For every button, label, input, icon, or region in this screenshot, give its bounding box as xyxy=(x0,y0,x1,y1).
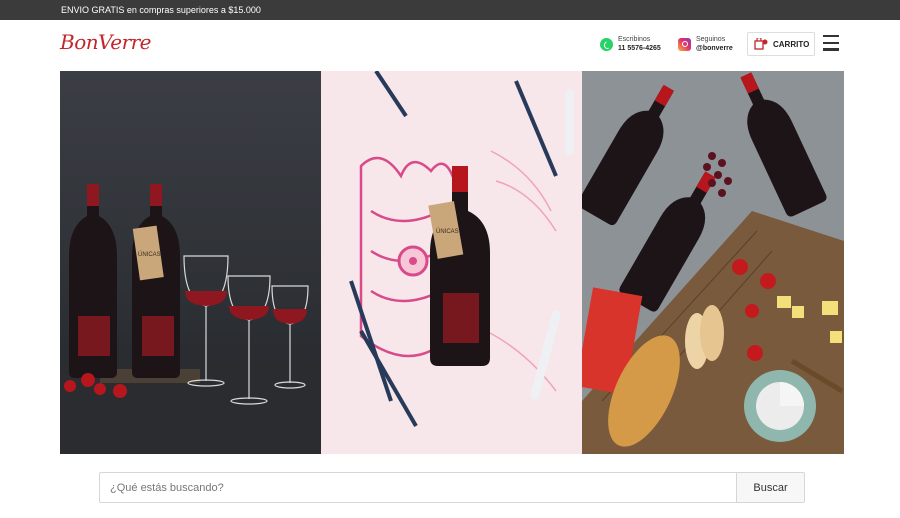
instagram-contact[interactable]: Seguinos @bonverre xyxy=(678,35,733,53)
promo-bar: ENVIO GRATIS en compras superiores a $15… xyxy=(0,0,900,20)
whatsapp-label: Escribinos xyxy=(618,36,651,43)
instagram-handle: @bonverre xyxy=(696,45,733,52)
site-header: BonVerre Escribinos 11 5576-4265 Seguino… xyxy=(0,20,900,70)
instagram-label: Seguinos xyxy=(696,36,726,43)
hamburger-menu-icon[interactable] xyxy=(823,35,839,51)
wine-bottles-image: ÚNICAS xyxy=(60,184,321,454)
search-input[interactable] xyxy=(100,473,736,502)
logo[interactable]: BonVerre xyxy=(60,30,152,54)
hero-panel-wine-glasses: ÚNICAS xyxy=(60,71,321,454)
search-bar: Buscar xyxy=(99,472,805,503)
instagram-icon xyxy=(678,37,691,51)
hero-panel-illustration: ÚNICAS xyxy=(321,71,582,454)
cart-label: CARRITO xyxy=(773,39,810,49)
promo-text: ENVIO GRATIS en compras superiores a $15… xyxy=(61,5,261,15)
wine-tag-label: ÚNICAS xyxy=(138,251,161,258)
picnic-image xyxy=(582,72,844,454)
bag-icon xyxy=(754,38,768,50)
search-button[interactable]: Buscar xyxy=(736,473,804,502)
illustrated-bottle-image: ÚNICAS xyxy=(349,71,574,428)
whatsapp-icon xyxy=(600,37,613,51)
whatsapp-contact[interactable]: Escribinos 11 5576-4265 xyxy=(600,35,661,53)
hero-panel-picnic xyxy=(582,71,844,454)
hero-banner[interactable]: ÚNICAS ÚNICAS xyxy=(60,71,844,454)
cart-button[interactable]: CARRITO xyxy=(747,32,815,56)
wine-tag-label-2: ÚNICAS xyxy=(436,228,459,235)
whatsapp-number: 11 5576-4265 xyxy=(618,45,661,52)
